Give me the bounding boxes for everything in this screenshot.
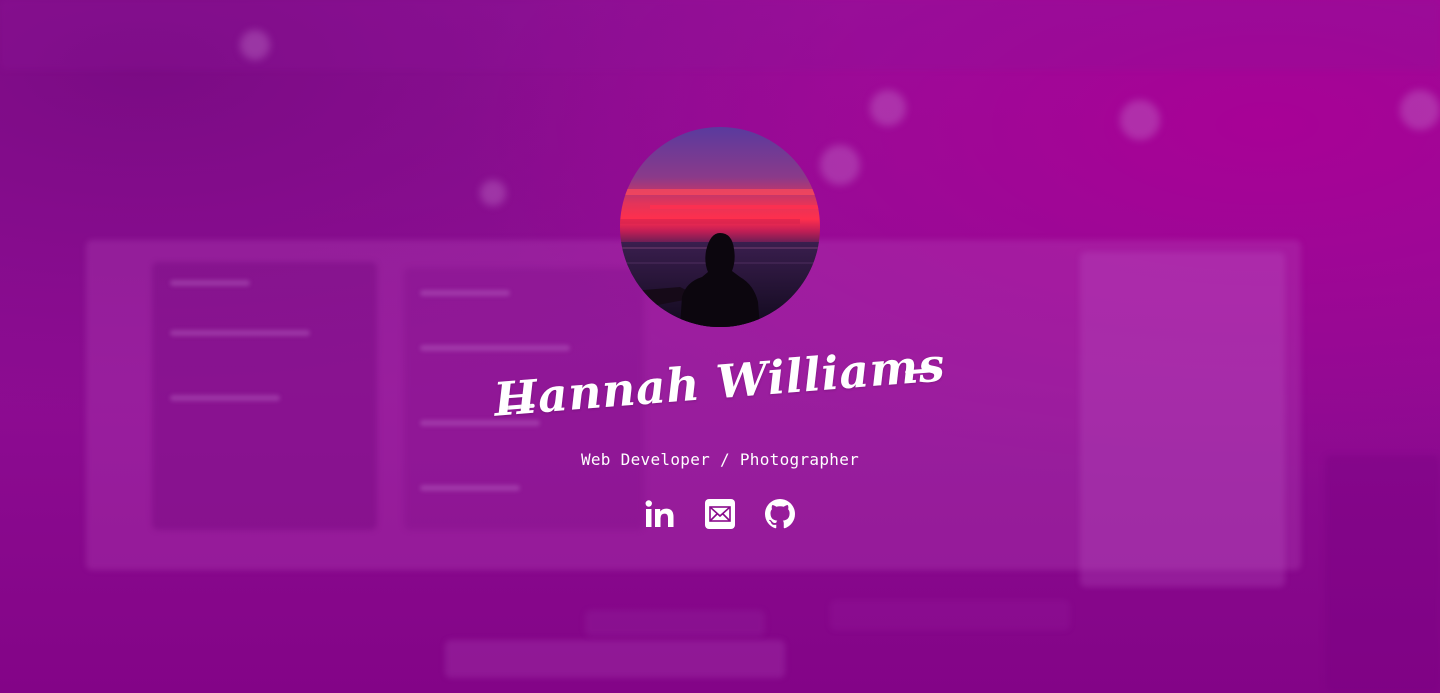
email-link[interactable] — [690, 496, 750, 532]
linkedin-icon — [645, 500, 674, 527]
name-heading: Hannah Williams — [487, 327, 953, 453]
social-links — [630, 496, 810, 532]
profile-subtitle: Web Developer / Photographer — [580, 450, 860, 469]
linkedin-link[interactable] — [630, 496, 690, 532]
github-link[interactable] — [750, 496, 810, 532]
avatar — [620, 127, 820, 327]
mail-icon — [705, 499, 735, 529]
profile-name: Hannah Williams — [491, 337, 947, 427]
github-icon — [765, 499, 795, 529]
sunset-photo-icon — [620, 127, 820, 327]
profile-section: Hannah Williams Web Developer / Photogra… — [0, 0, 1440, 693]
